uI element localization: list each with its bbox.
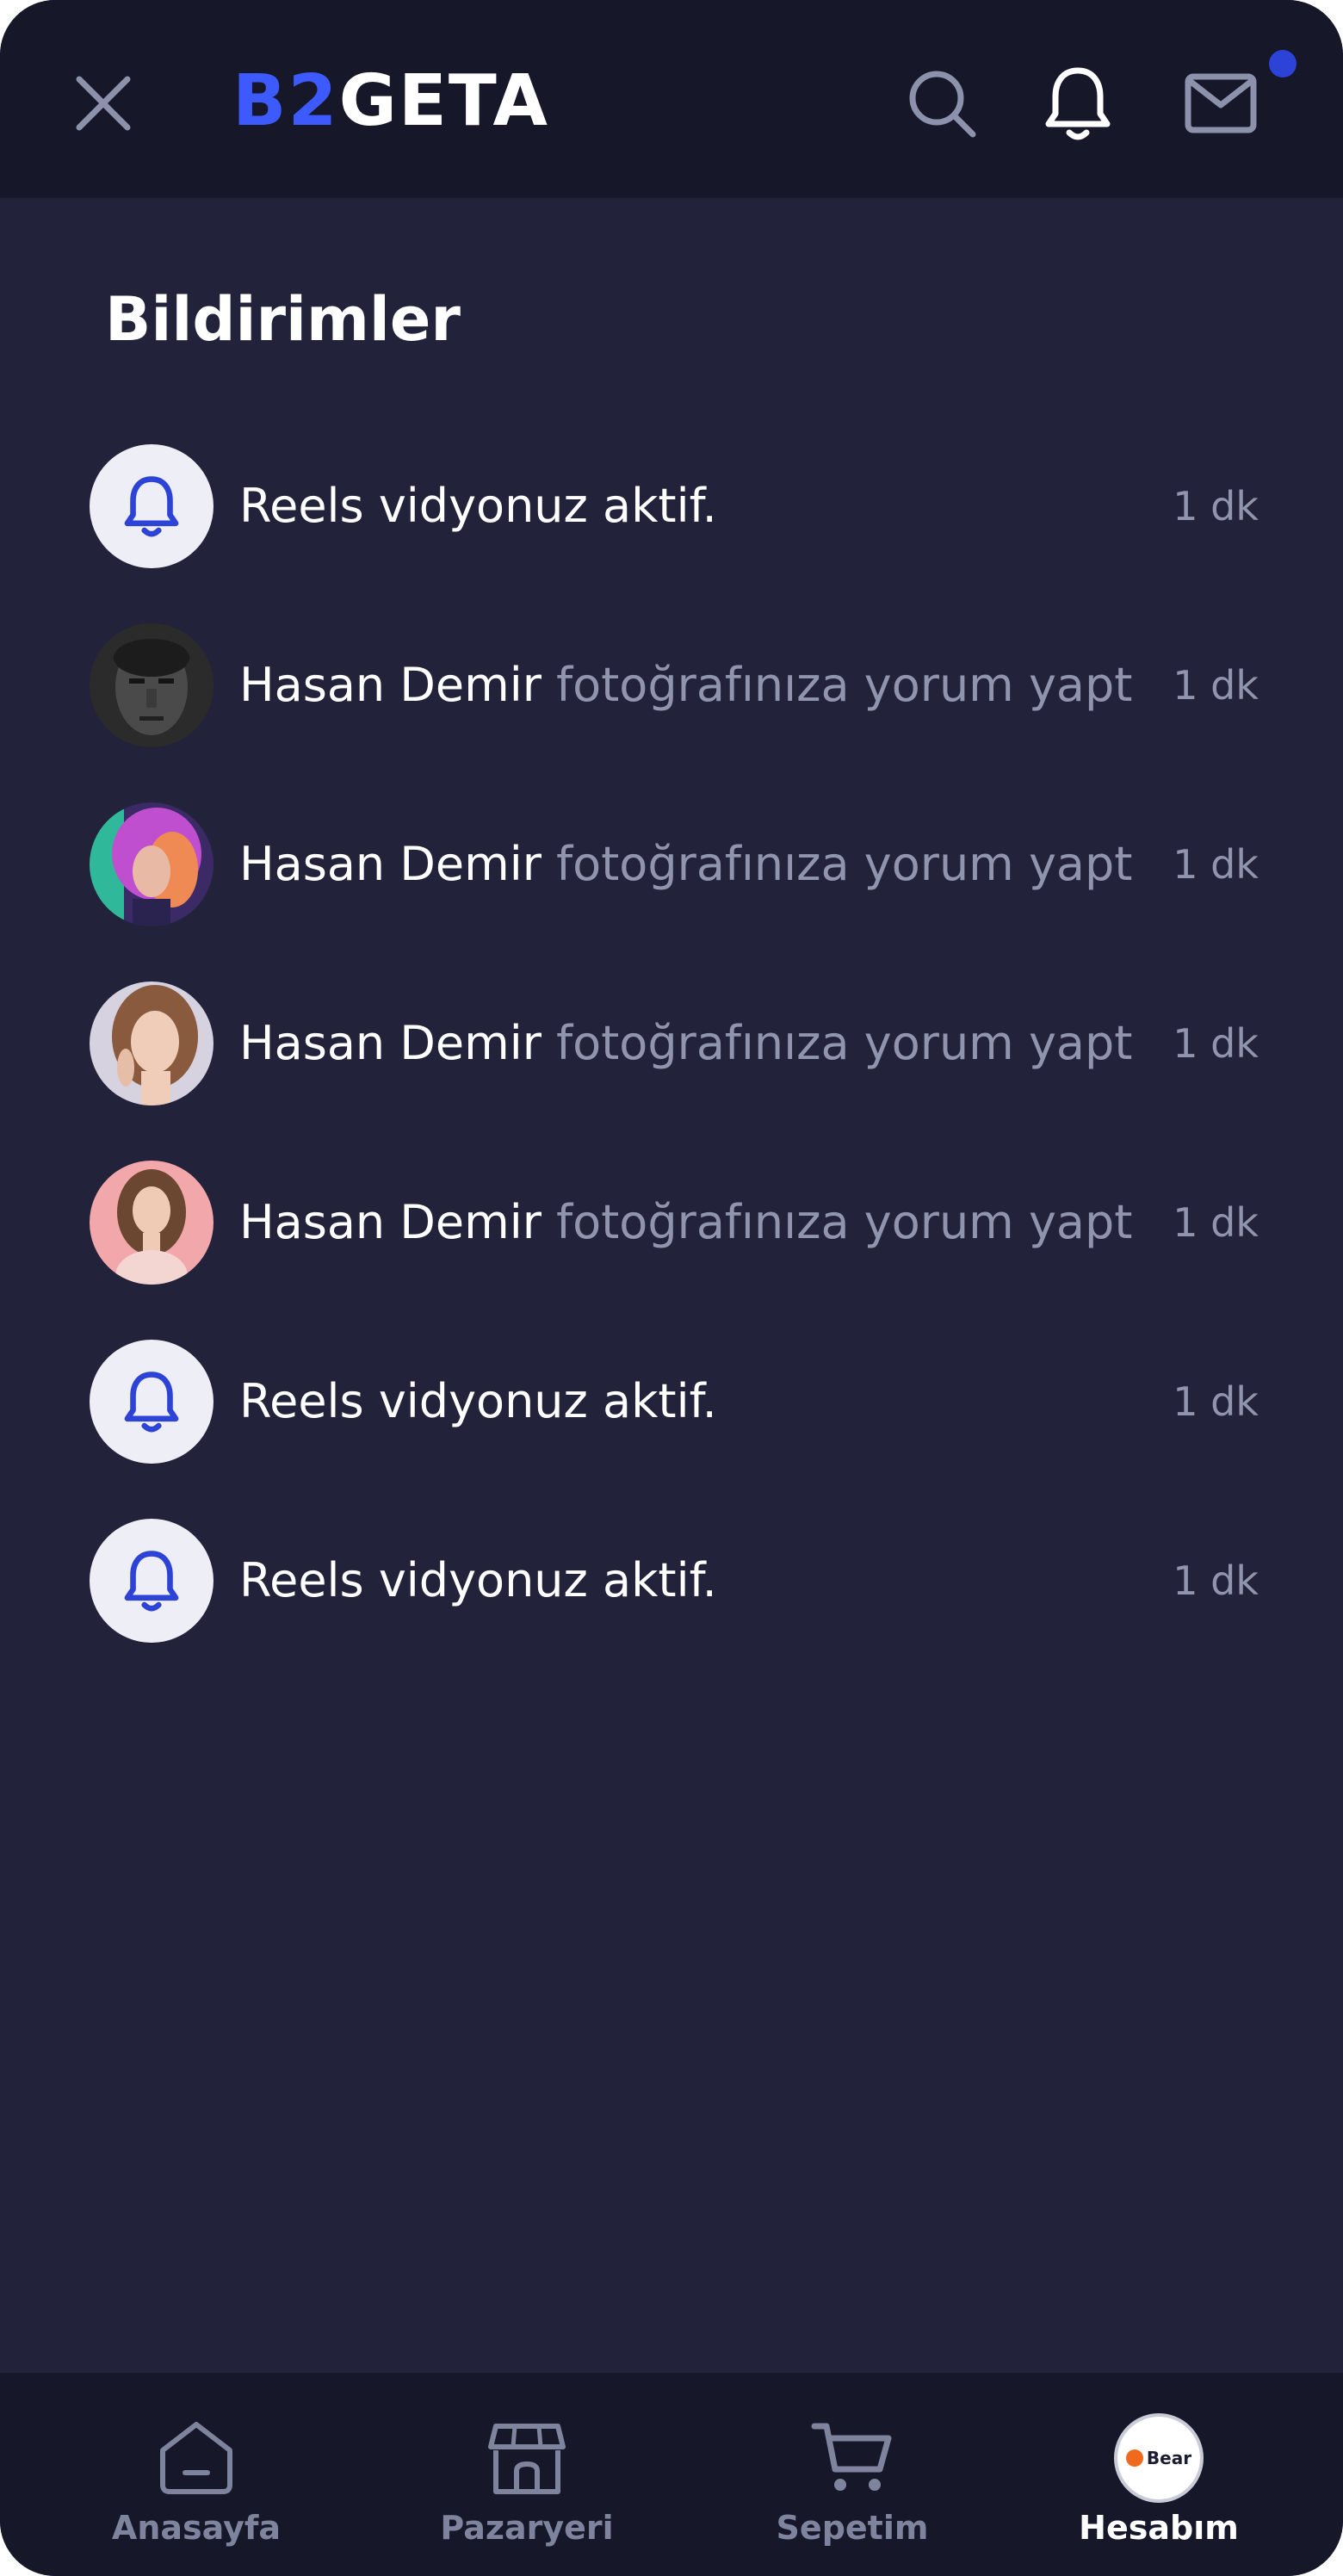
notification-text: Reels vidyonuz aktif. xyxy=(239,1365,1135,1438)
notification-time: 1 dk xyxy=(1173,841,1259,888)
nav-label: Pazaryeri xyxy=(440,2509,614,2547)
notification-item[interactable]: Hasan Demir fotoğrafınıza yorum yaptı 1 … xyxy=(0,968,1343,1147)
notification-action: fotoğrafınıza yorum yaptı xyxy=(541,1195,1135,1249)
notification-actor[interactable]: Hasan Demir xyxy=(239,658,542,712)
user-avatar[interactable] xyxy=(90,1161,214,1285)
nav-label: Sepetim xyxy=(776,2509,929,2547)
notification-time: 1 dk xyxy=(1173,483,1259,529)
mail-icon xyxy=(1185,73,1257,133)
notification-text: Reels vidyonuz aktif. xyxy=(239,1545,1135,1617)
nav-item-cart[interactable]: Sepetim xyxy=(723,2373,981,2576)
notification-time: 1 dk xyxy=(1173,1378,1259,1425)
notification-actor[interactable]: Hasan Demir xyxy=(239,1016,542,1070)
account-avatar-text: Bear xyxy=(1146,2448,1192,2468)
notification-time: 1 dk xyxy=(1173,1199,1259,1246)
store-icon-wrap xyxy=(480,2411,574,2505)
notification-avatar xyxy=(90,1340,214,1464)
notification-message: Reels vidyonuz aktif. xyxy=(239,1374,717,1428)
user-avatar[interactable] xyxy=(90,981,214,1105)
notification-message: Reels vidyonuz aktif. xyxy=(239,1553,717,1607)
notification-text: Hasan Demir fotoğrafınıza yorum yaptı xyxy=(239,1186,1135,1259)
nav-label: Hesabım xyxy=(1079,2509,1239,2547)
notification-actor[interactable]: Hasan Demir xyxy=(239,1195,542,1249)
messages-button[interactable] xyxy=(1176,59,1266,148)
notification-text: Hasan Demir fotoğrafınıza yorum yaptı xyxy=(239,1007,1135,1080)
close-button[interactable] xyxy=(60,60,146,146)
bell-icon xyxy=(124,1372,179,1433)
user-photo-image xyxy=(90,1161,214,1285)
notification-item[interactable]: Hasan Demir fotoğrafınıza yorum yaptı 1 … xyxy=(0,789,1343,968)
home-icon-wrap xyxy=(149,2411,244,2505)
logo-geta: GETA xyxy=(338,59,549,142)
notification-avatar xyxy=(90,444,214,568)
notification-time: 1 dk xyxy=(1173,662,1259,709)
notification-item[interactable]: Reels vidyonuz aktif. 1 dk xyxy=(0,1326,1343,1505)
store-icon xyxy=(488,2424,566,2494)
notification-time: 1 dk xyxy=(1173,1020,1259,1067)
home-icon xyxy=(160,2422,232,2494)
bottom-navigation: Anasayfa Pazaryeri Sepetim Bear Hesabım xyxy=(0,2373,1343,2576)
brand-logo[interactable]: B2 GETA xyxy=(232,59,549,142)
cart-icon-wrap xyxy=(805,2411,900,2505)
nav-item-marketplace[interactable]: Pazaryeri xyxy=(398,2373,656,2576)
notification-item[interactable]: Reels vidyonuz aktif. 1 dk xyxy=(0,1505,1343,1684)
notification-action: fotoğrafınıza yorum yaptı xyxy=(541,1016,1135,1070)
account-avatar: Bear xyxy=(1114,2413,1204,2503)
unread-dot xyxy=(1269,50,1297,77)
user-avatar[interactable] xyxy=(90,623,214,747)
bell-icon xyxy=(1045,67,1111,140)
nav-item-home[interactable]: Anasayfa xyxy=(67,2373,325,2576)
account-avatar-wrap: Bear xyxy=(1111,2411,1206,2505)
nav-item-account[interactable]: Bear Hesabım xyxy=(1030,2373,1288,2576)
notification-actor[interactable]: Hasan Demir xyxy=(239,837,542,891)
user-photo-image xyxy=(90,802,214,926)
close-icon xyxy=(76,76,131,131)
notification-list: Reels vidyonuz aktif. 1 dk Hasan Demir f… xyxy=(0,430,1343,1684)
app-screen: B2 GETA Bildirimler Reels vidyonuz aktif… xyxy=(0,0,1343,2576)
user-photo-image xyxy=(90,981,214,1105)
notifications-button[interactable] xyxy=(1033,59,1123,148)
bell-icon xyxy=(124,1551,179,1612)
user-photo-image xyxy=(90,623,214,747)
notification-text: Reels vidyonuz aktif. xyxy=(239,470,1135,542)
notification-avatar xyxy=(90,1519,214,1643)
logo-b2: B2 xyxy=(232,59,339,142)
search-button[interactable] xyxy=(897,59,987,148)
notification-item[interactable]: Reels vidyonuz aktif. 1 dk xyxy=(0,430,1343,610)
notification-text: Hasan Demir fotoğrafınıza yorum yaptı xyxy=(239,828,1135,901)
nav-label: Anasayfa xyxy=(111,2509,282,2547)
search-icon xyxy=(909,71,976,138)
bell-icon xyxy=(124,476,179,537)
top-bar: B2 GETA xyxy=(0,0,1343,198)
notification-item[interactable]: Hasan Demir fotoğrafınıza yorum yaptı 1 … xyxy=(0,610,1343,789)
cart-icon xyxy=(811,2423,892,2491)
bear-logo-icon xyxy=(1125,2449,1143,2467)
notification-message: Reels vidyonuz aktif. xyxy=(239,479,717,533)
notification-action: fotoğrafınıza yorum yaptı xyxy=(541,658,1135,712)
notification-action: fotoğrafınıza yorum yaptı xyxy=(541,837,1135,891)
notification-item[interactable]: Hasan Demir fotoğrafınıza yorum yaptı 1 … xyxy=(0,1147,1343,1326)
page-title: Bildirimler xyxy=(105,284,461,355)
notification-time: 1 dk xyxy=(1173,1557,1259,1604)
user-avatar[interactable] xyxy=(90,802,214,926)
notification-text: Hasan Demir fotoğrafınıza yorum yaptı xyxy=(239,649,1135,721)
